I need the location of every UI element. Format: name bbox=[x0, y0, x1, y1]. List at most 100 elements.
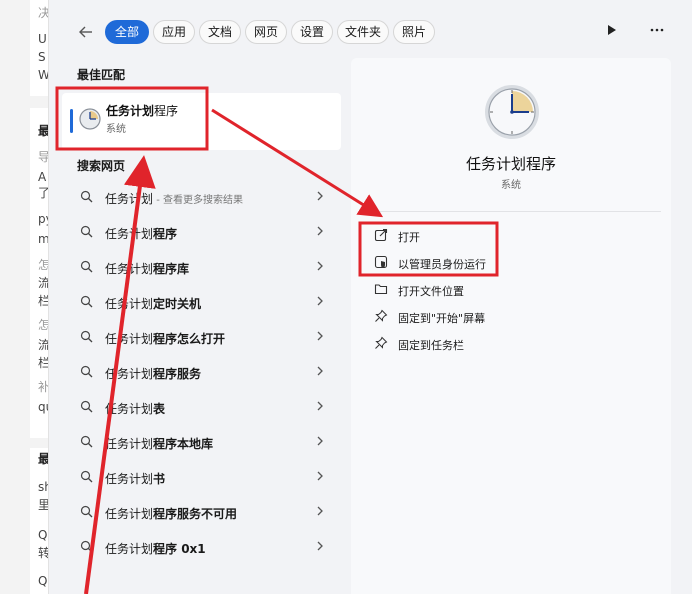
shield-admin-icon bbox=[374, 255, 388, 269]
play-icon bbox=[608, 25, 616, 35]
detail-app-name: 任务计划程序 bbox=[465, 155, 556, 173]
web-search-row-text: 任务计划 - 查看更多搜索结果 bbox=[105, 190, 243, 207]
best-match-type: 系统 bbox=[106, 124, 126, 135]
web-search-heading: 搜索网页 bbox=[77, 159, 126, 173]
chevron-right-icon[interactable] bbox=[315, 294, 325, 312]
pin-icon bbox=[375, 309, 388, 322]
web-search-row[interactable]: 任务计划程序服务不可用 bbox=[62, 496, 341, 529]
query-prefix: 任务计划 bbox=[105, 262, 154, 276]
web-search-row[interactable]: 任务计划表 bbox=[62, 391, 341, 424]
tab-web[interactable]: 网页 bbox=[245, 20, 287, 44]
action-open-file-location-label: 打开文件位置 bbox=[398, 285, 464, 298]
tab-photos[interactable]: 照片 bbox=[393, 20, 435, 44]
best-match-name-rest: 程序 bbox=[154, 104, 179, 118]
query-prefix: 任务计划 bbox=[105, 227, 154, 241]
web-search-row[interactable]: 任务计划程序 0x1 bbox=[62, 531, 341, 564]
tab-all[interactable]: 全部 bbox=[105, 20, 149, 44]
search-icon bbox=[80, 435, 93, 448]
detail-app-type: 系统 bbox=[501, 180, 521, 191]
query-prefix: 任务计划 bbox=[105, 437, 154, 451]
best-match-name-bold: 任务计划 bbox=[106, 104, 155, 118]
chevron-right-icon[interactable] bbox=[315, 364, 325, 382]
open-external-icon bbox=[374, 228, 388, 242]
query-suggestion: 程序 bbox=[153, 227, 178, 241]
web-search-row-text: 任务计划程序 0x1 bbox=[105, 540, 206, 557]
chevron-right-icon[interactable] bbox=[315, 539, 325, 557]
query-prefix: 任务计划 bbox=[105, 192, 154, 206]
query-hint: - 查看更多搜索结果 bbox=[153, 195, 243, 206]
search-icon bbox=[80, 330, 93, 343]
chevron-right-icon[interactable] bbox=[315, 259, 325, 277]
detail-pane: 任务计划程序 系统 打开 以管理员身份运行 打开文件位置 固定到"开始"屏幕 固… bbox=[351, 58, 671, 594]
chevron-right-icon[interactable] bbox=[315, 469, 325, 487]
query-prefix: 任务计划 bbox=[105, 542, 154, 556]
chevron-right-icon[interactable] bbox=[315, 329, 325, 347]
detail-divider bbox=[361, 211, 661, 212]
query-prefix: 任务计划 bbox=[105, 507, 154, 521]
best-match-result[interactable]: 任务计划程序 系统 bbox=[62, 93, 341, 150]
background-text: Q bbox=[38, 528, 48, 542]
query-suggestion: 定时关机 bbox=[153, 297, 202, 311]
query-prefix: 任务计划 bbox=[105, 367, 154, 381]
tab-settings[interactable]: 设置 bbox=[291, 20, 333, 44]
web-search-row[interactable]: 任务计划程序服务 bbox=[62, 356, 341, 389]
query-suggestion: 程序服务不可用 bbox=[153, 507, 238, 521]
chevron-right-icon[interactable] bbox=[315, 434, 325, 452]
chevron-right-icon[interactable] bbox=[315, 224, 325, 242]
search-icon bbox=[80, 470, 93, 483]
back-button[interactable] bbox=[76, 23, 96, 43]
web-search-row[interactable]: 任务计划程序 bbox=[62, 216, 341, 249]
web-search-row[interactable]: 任务计划程序库 bbox=[62, 251, 341, 284]
action-pin-to-taskbar[interactable]: 固定到任务栏 bbox=[371, 332, 631, 358]
query-prefix: 任务计划 bbox=[105, 472, 154, 486]
action-open-file-location[interactable]: 打开文件位置 bbox=[371, 278, 631, 304]
folder-icon bbox=[374, 284, 388, 295]
web-search-row-text: 任务计划程序怎么打开 bbox=[105, 330, 225, 347]
web-search-row[interactable]: 任务计划定时关机 bbox=[62, 286, 341, 319]
background-text: A bbox=[38, 170, 47, 184]
task-scheduler-large-icon bbox=[485, 85, 539, 139]
more-options-button[interactable] bbox=[649, 22, 665, 42]
web-search-row[interactable]: 任务计划程序怎么打开 bbox=[62, 321, 341, 354]
best-match-heading: 最佳匹配 bbox=[77, 68, 126, 82]
query-suggestion: 程序库 bbox=[153, 262, 190, 276]
web-search-row-text: 任务计划定时关机 bbox=[105, 295, 201, 312]
query-suggestion: 程序怎么打开 bbox=[153, 332, 226, 346]
chevron-right-icon[interactable] bbox=[315, 504, 325, 522]
search-icon bbox=[80, 540, 93, 553]
search-icon bbox=[80, 505, 93, 518]
chevron-right-icon[interactable] bbox=[315, 399, 325, 417]
web-search-row[interactable]: 任务计划程序本地库 bbox=[62, 426, 341, 459]
tab-folders[interactable]: 文件夹 bbox=[337, 20, 389, 44]
best-match-name: 任务计划程序 bbox=[106, 102, 178, 119]
web-search-row-text: 任务计划程序库 bbox=[105, 260, 189, 277]
web-search-row-text: 任务计划表 bbox=[105, 400, 165, 417]
action-open[interactable]: 打开 bbox=[371, 224, 631, 250]
query-suggestion: 程序本地库 bbox=[153, 437, 214, 451]
web-search-row-text: 任务计划程序服务不可用 bbox=[105, 505, 237, 522]
selection-indicator bbox=[70, 109, 73, 133]
web-search-row-text: 任务计划程序 bbox=[105, 225, 177, 242]
web-search-row[interactable]: 任务计划 - 查看更多搜索结果 bbox=[62, 181, 341, 214]
action-open-label: 打开 bbox=[398, 231, 420, 244]
background-text: U bbox=[38, 32, 47, 46]
search-icon bbox=[80, 365, 93, 378]
query-prefix: 任务计划 bbox=[105, 402, 154, 416]
action-run-as-admin[interactable]: 以管理员身份运行 bbox=[371, 251, 631, 277]
query-prefix: 任务计划 bbox=[105, 297, 154, 311]
tab-documents[interactable]: 文档 bbox=[199, 20, 241, 44]
more-horizontal-icon bbox=[650, 28, 664, 32]
tab-apps[interactable]: 应用 bbox=[153, 20, 195, 44]
web-search-row[interactable]: 任务计划书 bbox=[62, 461, 341, 494]
play-button[interactable] bbox=[607, 24, 617, 39]
background-text: S bbox=[38, 50, 46, 64]
action-pin-to-start-label: 固定到"开始"屏幕 bbox=[398, 312, 486, 325]
query-suggestion: 书 bbox=[153, 472, 166, 486]
chevron-right-icon[interactable] bbox=[315, 189, 325, 207]
background-page: 决 U S W 最 导 A 了 py m 怎 流 栏 怎 流 栏 补 qu 最 … bbox=[0, 0, 50, 594]
action-pin-to-start[interactable]: 固定到"开始"屏幕 bbox=[371, 305, 631, 331]
search-icon bbox=[80, 295, 93, 308]
task-scheduler-icon bbox=[79, 108, 101, 130]
search-icon bbox=[80, 225, 93, 238]
query-suggestion: 程序 0x1 bbox=[153, 542, 206, 556]
